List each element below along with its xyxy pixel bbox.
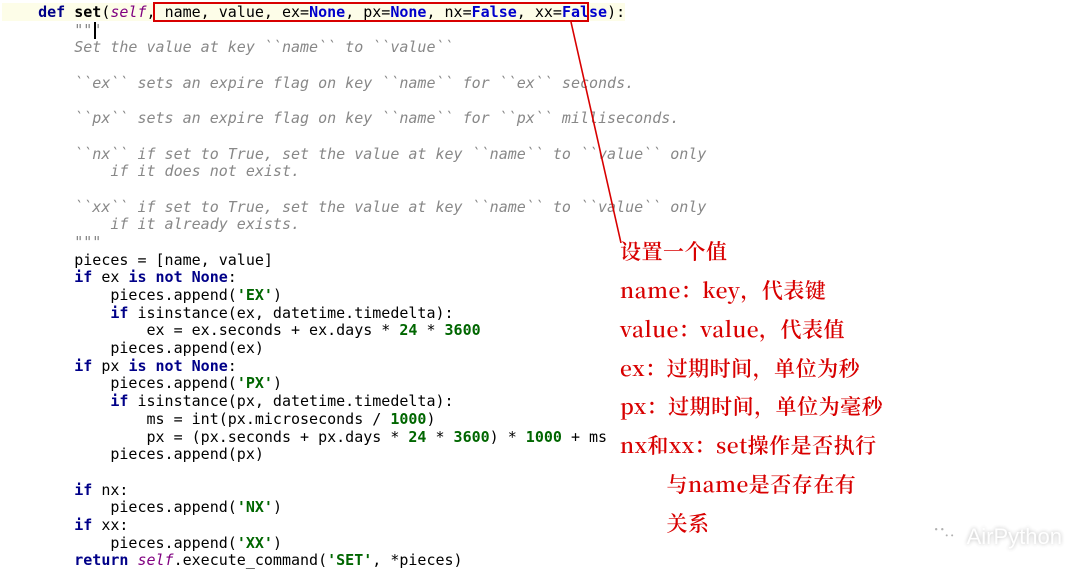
annotation-line-3: value：value，代表值	[620, 310, 883, 349]
annotation-line-5: px：过期时间，单位为毫秒	[620, 387, 883, 426]
annotation-line-7: 与name是否存在有	[620, 465, 883, 504]
kw-def: def	[38, 3, 74, 21]
wechat-icon	[927, 517, 961, 557]
annotation-line-2: name：key，代表键	[620, 271, 883, 310]
watermark-text: AirPython	[967, 524, 1062, 550]
annotation-line-8: 关系	[620, 504, 883, 543]
fn-name: set	[74, 3, 101, 21]
text-caret	[94, 22, 96, 39]
annotation-line-6: nx和xx：set操作是否执行	[620, 426, 883, 465]
self-param: self	[110, 3, 146, 21]
annotation-line-1: 设置一个值	[620, 232, 883, 271]
code-block: def set(self, name, value, ex=None, px=N…	[2, 4, 706, 570]
screenshot-root: def set(self, name, value, ex=None, px=N…	[0, 0, 1080, 579]
watermark: AirPython	[927, 517, 1062, 557]
annotation-block: 设置一个值 name：key，代表键 value：value，代表值 ex：过期…	[620, 232, 883, 543]
annotation-line-4: ex：过期时间，单位为秒	[620, 349, 883, 388]
